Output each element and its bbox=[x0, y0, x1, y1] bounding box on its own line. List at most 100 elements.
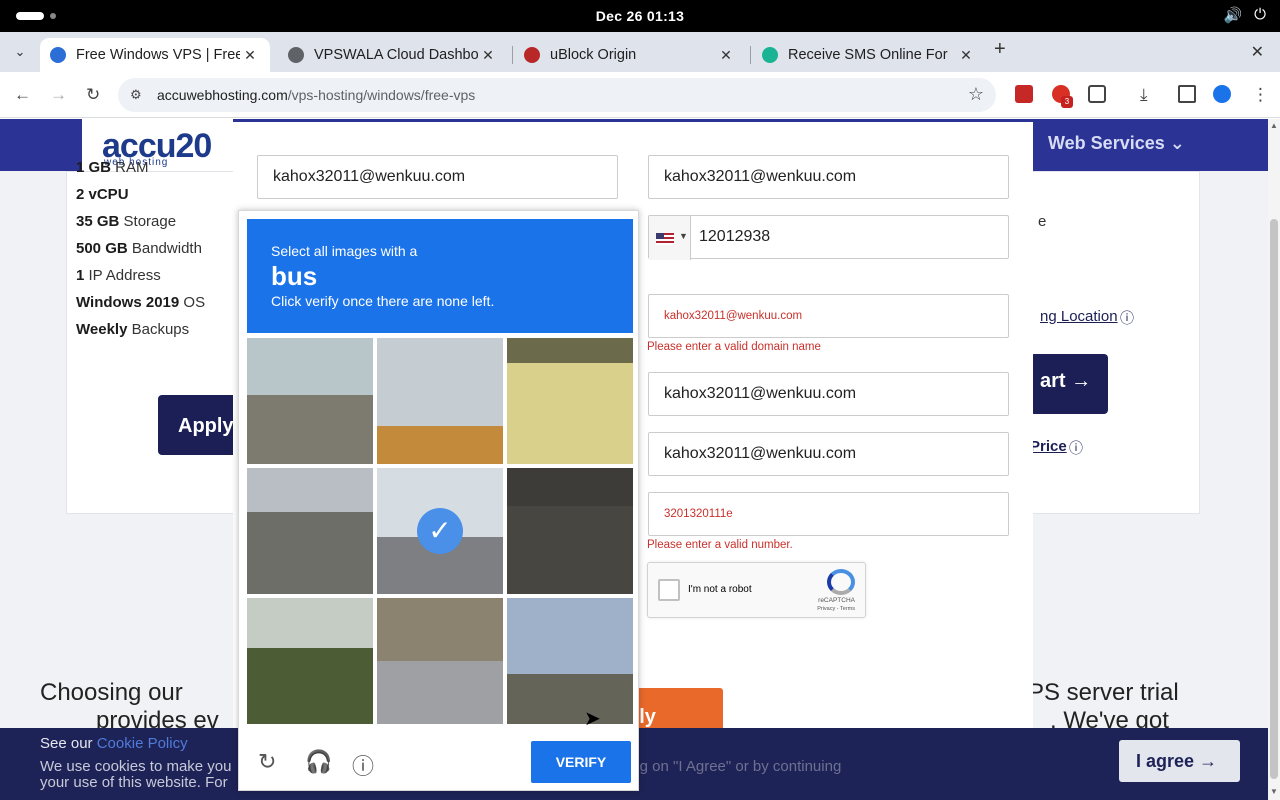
refresh-icon[interactable]: ↻ bbox=[258, 749, 276, 775]
power-icon[interactable]: ⏻ bbox=[1254, 6, 1266, 24]
profile-avatar-icon[interactable] bbox=[1213, 85, 1231, 103]
challenge-target: bus bbox=[271, 261, 318, 291]
challenge-tile-9[interactable] bbox=[507, 598, 633, 724]
info-circle-icon[interactable]: ⓘ bbox=[352, 749, 374, 781]
close-tab-icon[interactable]: ✕ bbox=[478, 47, 498, 64]
reload-icon[interactable]: ↻ bbox=[86, 85, 100, 105]
location-link[interactable]: ng Location bbox=[1040, 308, 1118, 325]
tab-ublock[interactable]: uBlock Origin ✕ bbox=[514, 38, 746, 72]
tab-title: Receive SMS Online For bbox=[788, 47, 948, 63]
sms-favicon-icon bbox=[762, 47, 778, 63]
form-field-4[interactable]: kahox32011@wenkuu.com bbox=[648, 432, 1009, 476]
tab-divider bbox=[512, 46, 513, 64]
recaptcha-label: I'm not a robot bbox=[688, 584, 752, 595]
price-info-icon[interactable]: ⓘ bbox=[1069, 438, 1083, 458]
tab-title: uBlock Origin bbox=[550, 47, 637, 63]
challenge-tile-2[interactable] bbox=[377, 338, 503, 464]
close-window-icon[interactable]: ✕ bbox=[1251, 42, 1264, 62]
ublock-favicon-icon bbox=[524, 47, 540, 63]
number-field-error[interactable]: 3201320111e bbox=[648, 492, 1009, 536]
spec-ip: 1 IP Address bbox=[76, 267, 161, 284]
mouse-cursor-icon: ➤ bbox=[584, 708, 601, 730]
domain-error-message: Please enter a valid domain name bbox=[647, 341, 821, 353]
domain-field-error[interactable]: kahox32011@wenkuu.com bbox=[648, 294, 1009, 338]
close-tab-icon[interactable]: ✕ bbox=[716, 47, 736, 64]
browser-toolbar: ← → ↻ ⚙ accuwebhosting.com/vps-hosting/w… bbox=[0, 72, 1280, 118]
form-field-3[interactable]: kahox32011@wenkuu.com bbox=[648, 372, 1009, 416]
audio-headphones-icon[interactable]: 🎧 bbox=[305, 749, 332, 775]
tab-title: VPSWALA Cloud Dashbo bbox=[314, 47, 478, 63]
hcaptcha-challenge: Select all images with a bus Click verif… bbox=[238, 210, 639, 791]
scrollbar-thumb[interactable] bbox=[1270, 219, 1278, 779]
info-icon[interactable]: ⓘ bbox=[1120, 308, 1134, 328]
site-info-icon[interactable]: ⚙ bbox=[130, 87, 142, 103]
number-error-message: Please enter a valid number. bbox=[647, 539, 793, 551]
selected-check-icon: ✓ bbox=[417, 508, 463, 554]
extension-red-icon[interactable] bbox=[1015, 85, 1033, 103]
new-tab-plus-icon[interactable]: + bbox=[994, 38, 1006, 61]
us-flag-icon[interactable]: ▼ bbox=[649, 216, 691, 260]
cart-button[interactable]: art → bbox=[1030, 354, 1108, 414]
close-tab-icon[interactable]: ✕ bbox=[240, 47, 260, 64]
side-panel-icon[interactable] bbox=[1178, 85, 1196, 103]
cloud-favicon-icon bbox=[50, 47, 66, 63]
spec-os: Windows 2019 OS bbox=[76, 294, 206, 311]
recaptcha-brand: reCAPTCHA bbox=[818, 597, 855, 604]
recaptcha-checkbox[interactable] bbox=[658, 579, 680, 601]
volume-icon[interactable]: 🔊 bbox=[1223, 6, 1242, 24]
forward-arrow-icon[interactable]: → bbox=[50, 85, 67, 105]
price-link[interactable]: Price bbox=[1030, 438, 1067, 455]
spec-backups: Weekly Backups bbox=[76, 321, 190, 338]
challenge-tile-7[interactable] bbox=[247, 598, 373, 724]
clock[interactable]: Dec 26 01:13 bbox=[0, 8, 1280, 24]
phone-field[interactable]: ▼ 12012938 bbox=[648, 215, 1009, 260]
tab-receive-sms[interactable]: Receive SMS Online For ✕ bbox=[752, 38, 986, 72]
scroll-down-arrow-icon[interactable]: ▼ bbox=[1270, 787, 1278, 796]
tab-vpswala[interactable]: VPSWALA Cloud Dashbo ✕ bbox=[278, 38, 508, 72]
challenge-tile-6[interactable] bbox=[507, 468, 633, 594]
spec-vcpu: 2 vCPU bbox=[76, 186, 129, 203]
tab-strip: ⌄ Free Windows VPS | Free ✕ VPSWALA Clou… bbox=[0, 32, 1280, 72]
cookie-title: See our Cookie Policy bbox=[40, 735, 188, 752]
challenge-prompt: Select all images with a bbox=[271, 243, 418, 259]
tab-free-windows-vps[interactable]: Free Windows VPS | Free ✕ bbox=[40, 38, 270, 72]
download-icon[interactable]: ⤓ bbox=[1140, 85, 1148, 105]
url-text[interactable]: accuwebhosting.com/vps-hosting/windows/f… bbox=[157, 87, 475, 103]
cookie-policy-link[interactable]: Cookie Policy bbox=[97, 735, 188, 752]
recaptcha-logo-icon bbox=[827, 569, 855, 595]
i-agree-button[interactable]: I agree → bbox=[1119, 740, 1240, 782]
address-bar[interactable]: ⚙ accuwebhosting.com/vps-hosting/windows… bbox=[118, 78, 996, 112]
challenge-instruction: Click verify once there are none left. bbox=[271, 293, 495, 309]
back-arrow-icon[interactable]: ← bbox=[14, 85, 31, 105]
browser-menu-icon[interactable]: ⋮ bbox=[1252, 85, 1269, 105]
globe-favicon-icon bbox=[288, 47, 304, 63]
modal-top-border bbox=[233, 119, 1033, 122]
recaptcha-widget: I'm not a robot reCAPTCHA Privacy - Term… bbox=[647, 562, 866, 618]
page-scrollbar[interactable]: ▲ ▼ bbox=[1268, 119, 1280, 800]
plan-spec-list: 1 GB RAM 2 vCPU 35 GB Storage 500 GB Ban… bbox=[76, 159, 205, 348]
spec-ram: 1 GB RAM bbox=[76, 159, 149, 176]
verify-button[interactable]: VERIFY bbox=[531, 741, 631, 783]
side-text-e: e bbox=[1038, 213, 1047, 230]
close-tab-icon[interactable]: ✕ bbox=[956, 47, 976, 64]
challenge-tile-1[interactable] bbox=[247, 338, 373, 464]
os-top-bar: Dec 26 01:13 🔊 ⏻ bbox=[0, 0, 1280, 32]
challenge-tile-5[interactable]: ✓ bbox=[377, 468, 503, 594]
challenge-tile-4[interactable] bbox=[247, 468, 373, 594]
extension-badge: 3 bbox=[1061, 96, 1073, 108]
challenge-tile-8[interactable] bbox=[377, 598, 503, 724]
nav-web-services[interactable]: Web Services ⌄ bbox=[1048, 133, 1185, 154]
recaptcha-terms[interactable]: Privacy - Terms bbox=[817, 606, 855, 612]
spec-storage: 35 GB Storage bbox=[76, 213, 177, 230]
challenge-header: Select all images with a bus Click verif… bbox=[247, 219, 633, 333]
challenge-tile-3[interactable] bbox=[507, 338, 633, 464]
extensions-puzzle-icon[interactable] bbox=[1088, 85, 1106, 103]
spec-bandwidth: 500 GB Bandwidth bbox=[76, 240, 202, 257]
form-field-1[interactable]: kahox32011@wenkuu.com bbox=[257, 155, 618, 199]
tab-search-chevron-icon[interactable]: ⌄ bbox=[8, 40, 32, 64]
bookmark-star-icon[interactable]: ☆ bbox=[968, 84, 984, 105]
tab-title: Free Windows VPS | Free bbox=[76, 47, 240, 63]
form-field-2[interactable]: kahox32011@wenkuu.com bbox=[648, 155, 1009, 199]
scroll-up-arrow-icon[interactable]: ▲ bbox=[1270, 121, 1278, 130]
tab-divider bbox=[750, 46, 751, 64]
